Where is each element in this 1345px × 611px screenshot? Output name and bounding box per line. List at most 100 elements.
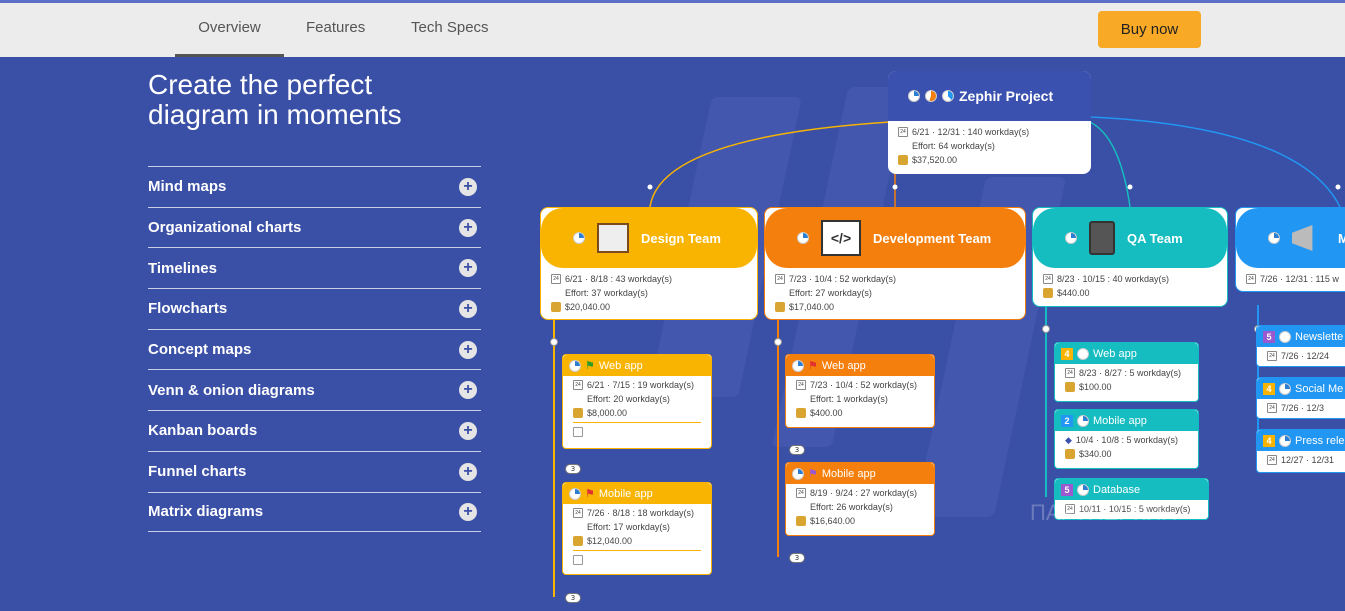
plus-icon[interactable]: + (459, 381, 477, 400)
task-title: Web app (598, 359, 643, 372)
task-header: ⚑ Mobile app (786, 463, 934, 484)
calendar-icon: 24 (898, 127, 908, 137)
hero-title-line-1: Create the perfect (148, 69, 373, 100)
calendar-icon: 24 (775, 274, 785, 284)
task-card-qa-web[interactable]: 4 Web app 24 8/23 · 8/27 : 5 workday(s) $1… (1054, 342, 1199, 402)
team-dates: 8/23 · 10/15 : 40 workday(s) (1057, 274, 1170, 284)
plus-icon[interactable]: + (459, 299, 477, 318)
task-card-newsletter[interactable]: 5 Newslette 24 7/26 · 12/24 (1256, 325, 1345, 367)
progress-pie-icon (569, 487, 581, 500)
plus-icon[interactable]: + (459, 462, 477, 481)
task-title: Web app (1093, 347, 1137, 360)
plus-icon[interactable]: + (459, 177, 477, 196)
calendar-icon: 24 (551, 274, 561, 284)
code-window-icon: </> (821, 220, 861, 256)
progress-pie-icon (1279, 330, 1291, 343)
tab-overview[interactable]: Overview (175, 3, 284, 57)
count-badge[interactable]: 3 (789, 445, 805, 455)
task-effort: Effort: 17 workday(s) (587, 522, 670, 532)
money-bag-icon (551, 302, 561, 312)
root-title: Zephir Project (959, 88, 1054, 104)
accordion-item-timelines[interactable]: Timelines + (148, 247, 481, 288)
accordion-label: Funnel charts (148, 463, 247, 481)
count-badge[interactable]: 3 (789, 553, 805, 563)
progress-pie-icon (792, 359, 804, 372)
count-badge[interactable]: 3 (565, 593, 581, 603)
task-header: ⚑ Mobile app (563, 483, 711, 504)
plus-icon[interactable]: + (459, 259, 477, 278)
task-cost: $400.00 (810, 408, 843, 418)
progress-pie-icon (1279, 434, 1291, 447)
accordion-item-funnel[interactable]: Funnel charts + (148, 450, 481, 492)
root-cost: $37,520.00 (912, 155, 958, 165)
plus-icon[interactable]: + (459, 340, 477, 359)
task-header: 4 Press relea (1257, 430, 1345, 451)
buy-now-button[interactable]: Buy now (1098, 11, 1201, 48)
task-header: ⚑ Web app (563, 355, 711, 376)
task-card-dev-mobile[interactable]: ⚑ Mobile app 24 8/19 · 9/24 : 27 workday(s… (785, 462, 935, 536)
money-bag-icon (796, 408, 806, 418)
task-card-design-mobile[interactable]: ⚑ Mobile app 24 7/26 · 8/18 : 18 workday(s… (562, 482, 712, 575)
accordion-label: Kanban boards (148, 422, 258, 440)
team-title: QA Team (1127, 230, 1183, 246)
money-bag-icon (1065, 382, 1075, 392)
accordion-item-venn[interactable]: Venn & onion diagrams + (148, 369, 481, 410)
task-cost: $100.00 (1079, 382, 1112, 392)
money-bag-icon (1043, 288, 1053, 298)
priority-badge: 4 (1263, 382, 1275, 395)
task-card-press-release[interactable]: 4 Press relea 24 12/27 · 12/31 (1256, 429, 1345, 473)
team-cost: $440.00 (1057, 288, 1090, 298)
task-title: Mobile app (1093, 414, 1147, 427)
megaphone-icon (1292, 225, 1313, 251)
progress-pie-icon (1077, 414, 1089, 427)
plus-icon[interactable]: + (459, 421, 477, 440)
progress-pie-icon (573, 232, 585, 244)
team-card-qa[interactable]: QA Team 24 8/23 · 10/15 : 40 workday(s) $… (1032, 207, 1228, 307)
tab-features[interactable]: Features (306, 3, 365, 57)
task-header: 5 Database (1055, 479, 1208, 500)
accordion-item-mind-maps[interactable]: Mind maps + (148, 166, 481, 207)
team-card-development[interactable]: </> Development Team 24 7/23 · 10/4 : 52 … (764, 207, 1026, 320)
accordion-item-org-charts[interactable]: Organizational charts + (148, 206, 481, 248)
accordion-item-flowcharts[interactable]: Flowcharts + (148, 288, 481, 329)
plus-icon[interactable]: + (459, 218, 477, 237)
task-effort: Effort: 1 workday(s) (810, 394, 888, 404)
tab-tech-specs[interactable]: Tech Specs (411, 3, 489, 57)
task-cost: $8,000.00 (587, 408, 628, 418)
task-dates: 12/27 · 12/31 (1281, 455, 1335, 465)
accordion-item-concept-maps[interactable]: Concept maps + (148, 328, 481, 370)
progress-pie-icon (1065, 232, 1077, 244)
team-effort: Effort: 27 workday(s) (789, 288, 872, 298)
accordion-label: Timelines (148, 259, 217, 277)
team-header: QA Team (1033, 208, 1227, 268)
team-title: M (1338, 230, 1345, 246)
progress-pie-icon (797, 232, 809, 244)
team-header: Design Team (541, 208, 757, 268)
task-dates: 7/26 · 12/3 (1281, 403, 1325, 413)
count-badge[interactable]: 3 (565, 464, 581, 474)
task-card-dev-web[interactable]: ⚑ Web app 24 7/23 · 10/4 : 52 workday(s) E… (785, 354, 935, 428)
flag-icon: ⚑ (808, 360, 818, 372)
task-title: Mobile app (598, 487, 653, 500)
task-cost: $16,640.00 (810, 516, 856, 526)
task-dates: 7/26 · 8/18 : 18 workday(s) (587, 508, 695, 518)
team-dates: 7/26 · 12/31 : 115 w (1260, 274, 1339, 284)
note-icon (573, 427, 583, 437)
task-card-social-media[interactable]: 4 Social Me 24 7/26 · 12/3 (1256, 377, 1345, 419)
task-card-design-web[interactable]: ⚑ Web app 24 6/21 · 7/15 : 19 workday(s) E… (562, 354, 712, 449)
calendar-icon: 24 (796, 380, 806, 390)
team-card-marketing[interactable]: M 24 7/26 · 12/31 : 115 w (1235, 207, 1345, 292)
task-dates: 8/23 · 8/27 : 5 workday(s) (1079, 368, 1182, 378)
task-title: Social Me (1295, 382, 1344, 395)
accordion-item-kanban[interactable]: Kanban boards + (148, 410, 481, 451)
root-project-card[interactable]: Zephir Project 24 6/21 · 12/31 : 140 work… (888, 71, 1091, 174)
task-header: 4 Social Me (1257, 378, 1345, 399)
team-header: M (1236, 208, 1345, 268)
progress-pie-icon (1279, 382, 1291, 395)
plus-icon[interactable]: + (459, 502, 477, 521)
task-card-qa-mobile[interactable]: 2 Mobile app ◆ 10/4 · 10/8 : 5 workday(s) … (1054, 409, 1199, 469)
accordion-item-matrix[interactable]: Matrix diagrams + (148, 491, 481, 533)
task-header: 5 Newslette (1257, 326, 1345, 347)
team-card-design[interactable]: Design Team 24 6/21 · 8/18 : 43 workday(s… (540, 207, 758, 320)
calendar-icon: 24 (1065, 368, 1075, 378)
